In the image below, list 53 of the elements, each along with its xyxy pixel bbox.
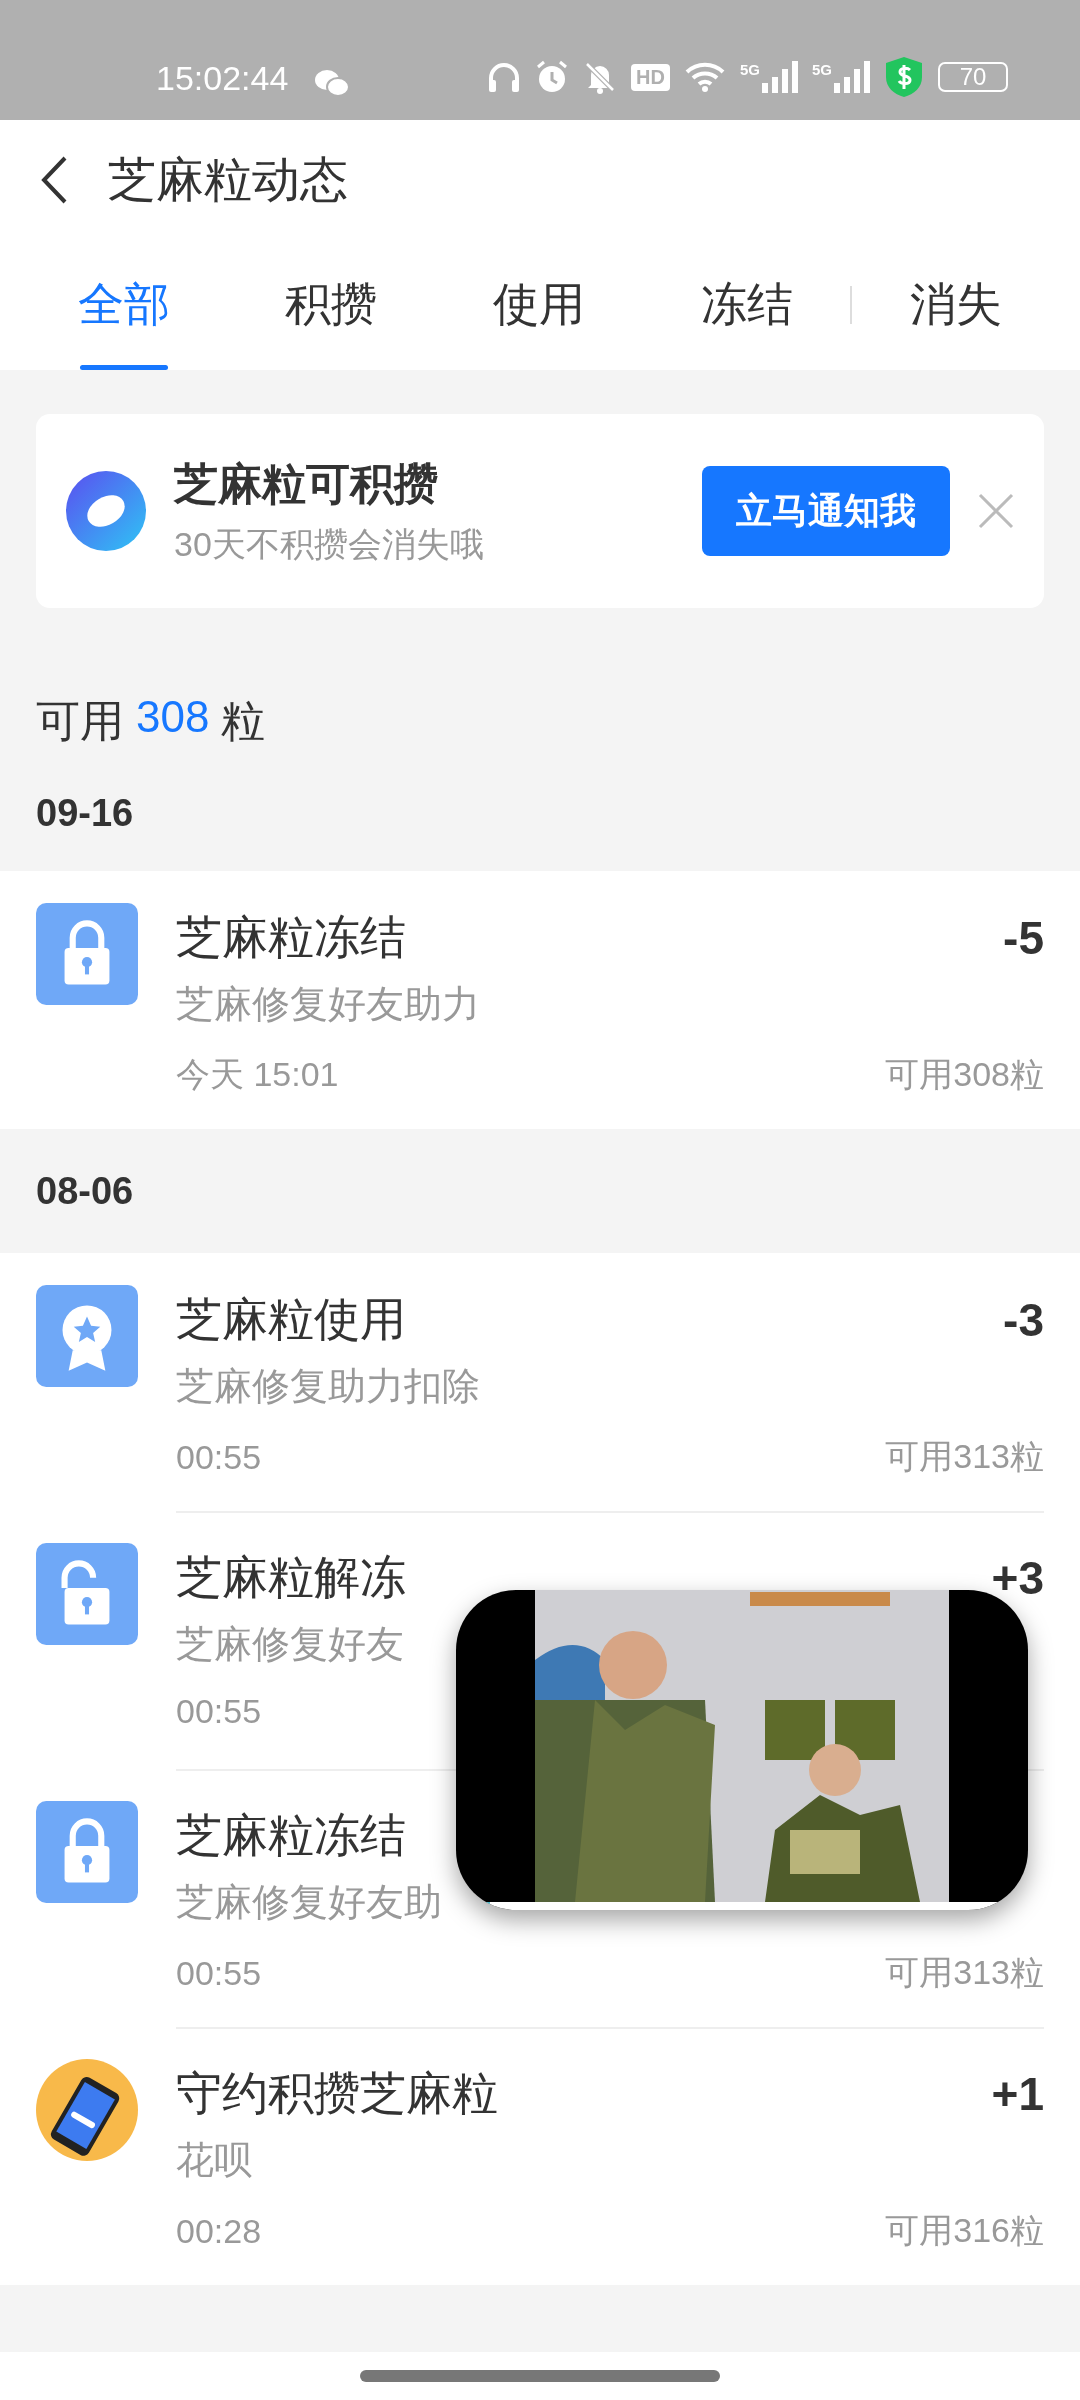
padlock-icon <box>36 903 138 1005</box>
points-change: -5 <box>1003 911 1044 965</box>
points-change: -3 <box>1003 1293 1044 1347</box>
record-title: 芝麻粒解冻 <box>176 1550 406 1605</box>
date-heading: 08-06 <box>35 1168 135 1214</box>
record-time: 今天 15:01 <box>176 1054 339 1095</box>
notice-subtitle: 30天不积攒会消失哦 <box>174 523 485 565</box>
balance-after: 可用313粒 <box>885 1436 1044 1477</box>
record-time: 00:28 <box>176 2211 262 2251</box>
headphones-icon <box>487 61 522 93</box>
balance-after: 可用313粒 <box>885 1952 1044 1993</box>
record-time: 00:55 <box>176 1437 262 1477</box>
filter-tab[interactable]: 使用 <box>435 240 643 370</box>
date-heading: 09-16 <box>35 790 135 836</box>
clock-time: 15:02:44 <box>156 59 289 98</box>
filter-tab[interactable]: 冻结 <box>642 240 851 370</box>
record-time: 00:55 <box>176 1953 262 1993</box>
filter-tab[interactable]: 消失 <box>852 240 1060 370</box>
balance-value: 308 <box>136 692 210 743</box>
wifi-icon <box>683 61 726 93</box>
notice-title: 芝麻粒可积攒 <box>174 457 439 510</box>
record-title: 芝麻粒冻结 <box>176 910 406 965</box>
points-change: +1 <box>991 2067 1044 2121</box>
filter-tab[interactable]: 全部 <box>20 240 228 370</box>
alarm-clock-icon <box>535 60 570 94</box>
padlock-icon <box>36 1801 138 1903</box>
shield-icon <box>884 56 924 98</box>
unlocked-padlock-icon <box>36 1543 138 1645</box>
points-change: +3 <box>991 1551 1044 1605</box>
page-title: 芝麻粒动态 <box>108 152 348 208</box>
record-title: 芝麻粒使用 <box>176 1292 406 1347</box>
phone-avatar-icon <box>36 2059 138 2161</box>
record-time: 00:55 <box>176 1692 262 1731</box>
record-description: 芝麻修复好友 <box>176 1622 405 1667</box>
hd-voice-indicator: HD <box>631 63 670 91</box>
record-description: 芝麻修复好友助 <box>176 1880 443 1925</box>
chat-bubbles-icon <box>314 68 351 98</box>
record-title: 芝麻粒冻结 <box>176 1808 406 1863</box>
balance-after: 可用308粒 <box>885 1054 1044 1095</box>
filter-tab[interactable]: 积攒 <box>227 240 436 370</box>
balance-label: 可用 <box>36 695 124 747</box>
ring-logo-icon <box>66 471 146 551</box>
signal-strength-indicator: 5G <box>739 61 798 93</box>
signal-strength-indicator: 5G <box>812 61 870 93</box>
notify-me-button[interactable]: 立马通知我 <box>702 466 950 556</box>
battery-indicator: 70 <box>938 62 1008 92</box>
record-description: 花呗 <box>176 2138 253 2183</box>
balance-after: 可用316粒 <box>885 2210 1044 2251</box>
record-description: 芝麻修复助力扣除 <box>176 1364 481 1409</box>
record-title: 守约积攒芝麻粒 <box>176 2066 498 2121</box>
award-icon <box>36 1285 138 1387</box>
balance-unit: 粒 <box>221 695 266 747</box>
record-description: 芝麻修复好友助力 <box>176 982 481 1027</box>
